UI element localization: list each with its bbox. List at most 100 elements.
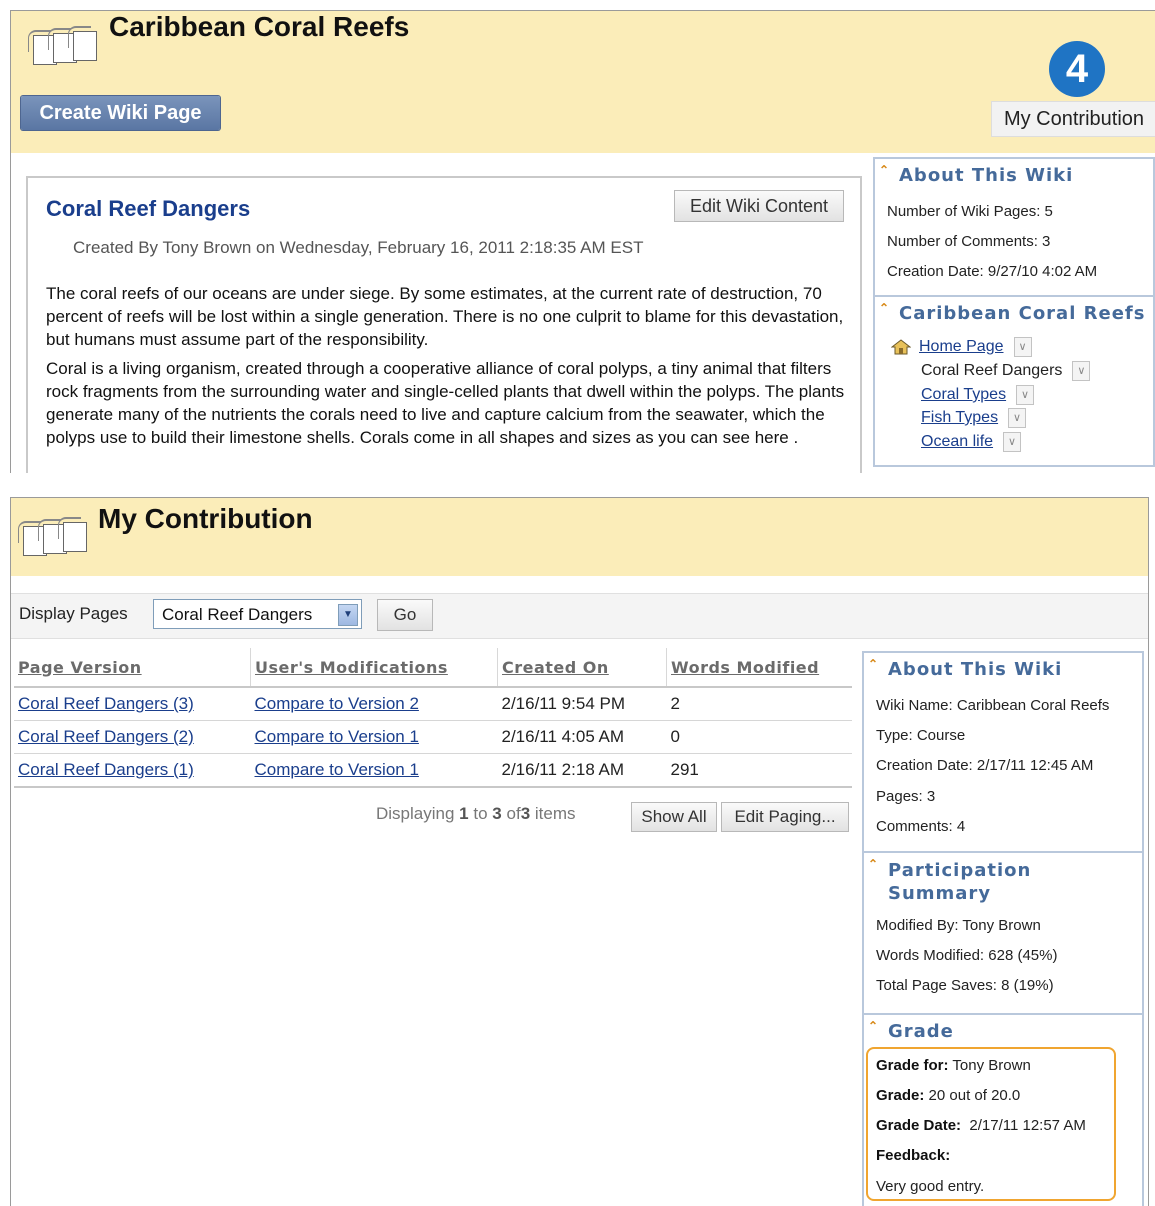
- words-modified-cell: 2: [666, 687, 852, 721]
- grade-date-value: 2/17/11 12:57 AM: [969, 1117, 1086, 1134]
- modified-by: Modified By: Tony Brown: [876, 917, 1041, 934]
- pages-count: Pages: 3: [876, 788, 936, 805]
- paging-from: 1: [459, 804, 469, 823]
- column-header-users-modifications[interactable]: User's Modifications: [250, 648, 498, 688]
- collapse-icon[interactable]: ⌃: [879, 301, 889, 315]
- grade-for-value: Tony Brown: [952, 1057, 1031, 1074]
- grade-label: Grade:: [876, 1087, 925, 1104]
- chevron-down-icon[interactable]: ∨: [1016, 385, 1035, 405]
- column-header-created-on[interactable]: Created On: [497, 648, 667, 688]
- grade-value: Grade: 20 out of 20.0: [876, 1087, 1020, 1104]
- words-modified-cell: 0: [666, 720, 852, 754]
- paging-total: 3: [520, 804, 531, 823]
- go-button[interactable]: Go: [377, 599, 433, 631]
- wiki-icon: [18, 514, 91, 558]
- page-title: My Contribution: [98, 503, 313, 534]
- nav-link[interactable]: Fish Types: [921, 409, 998, 426]
- section-title: About This Wiki: [888, 659, 1063, 680]
- wiki-icon: [28, 23, 101, 67]
- page-version-link[interactable]: Coral Reef Dangers (2): [18, 727, 194, 746]
- paging-prefix: Displaying: [376, 804, 455, 823]
- section-title: Participation Summary: [888, 859, 1031, 905]
- table-row: Coral Reef Dangers (2) Compare to Versio…: [14, 720, 852, 754]
- edit-wiki-content-button[interactable]: Edit Wiki Content: [674, 190, 844, 222]
- compare-link[interactable]: Compare to Version 1: [255, 727, 419, 746]
- show-all-button[interactable]: Show All: [631, 802, 717, 832]
- created-on-cell: 2/16/11 9:54 PM: [497, 687, 667, 721]
- words-modified-cell: 291: [666, 753, 852, 788]
- compare-link[interactable]: Compare to Version 2: [255, 694, 419, 713]
- page-body: The coral reefs of our oceans are under …: [46, 282, 846, 455]
- paging-to-word: to: [473, 804, 488, 823]
- section-title-line: Summary: [888, 883, 992, 904]
- total-page-saves: Total Page Saves: 8 (19%): [876, 977, 1054, 994]
- create-wiki-page-button[interactable]: Create Wiki Page: [21, 96, 220, 130]
- created-on-cell: 2/16/11 2:18 AM: [497, 753, 667, 788]
- feedback-label: Feedback:: [876, 1147, 950, 1164]
- nav-link[interactable]: Coral Types: [921, 386, 1006, 403]
- about-this-wiki-section: ⌃ About This Wiki Number of Wiki Pages: …: [875, 159, 1153, 297]
- grade-for-label: Grade for:: [876, 1057, 949, 1074]
- versions-table: Page Version User's Modifications Create…: [14, 648, 852, 788]
- creation-date: Creation Date: 9/27/10 4:02 AM: [887, 263, 1098, 280]
- display-pages-bar: Display Pages Coral Reef Dangers ▼ Go: [11, 593, 1148, 639]
- column-header-page-version[interactable]: Page Version: [14, 648, 251, 688]
- paging-suffix: items: [534, 804, 576, 823]
- edit-paging-button[interactable]: Edit Paging...: [721, 802, 849, 832]
- wiki-type: Type: Course: [876, 727, 966, 744]
- nav-item-coral-reef-dangers[interactable]: Coral Reef Dangers ∨: [921, 361, 1091, 381]
- select-value: Coral Reef Dangers: [162, 605, 313, 624]
- chevron-down-icon[interactable]: ∨: [1072, 361, 1091, 381]
- nav-item-fish-types[interactable]: Fish Types ∨: [921, 408, 1027, 428]
- page-version-link[interactable]: Coral Reef Dangers (1): [18, 760, 194, 779]
- collapse-icon[interactable]: ⌃: [879, 163, 889, 177]
- grade-for: Grade for: Tony Brown: [876, 1057, 1031, 1074]
- my-contribution-panel: My Contribution Display Pages Coral Reef…: [10, 497, 1149, 1206]
- about-this-wiki-section: ⌃ About This Wiki Wiki Name: Caribbean C…: [864, 653, 1142, 853]
- display-pages-select[interactable]: Coral Reef Dangers ▼: [153, 599, 362, 629]
- collapse-icon[interactable]: ⌃: [868, 857, 878, 871]
- chevron-down-icon[interactable]: ∨: [1003, 432, 1022, 452]
- nav-link[interactable]: Home Page: [919, 338, 1004, 355]
- wiki-sidebar: ⌃ About This Wiki Number of Wiki Pages: …: [873, 157, 1155, 467]
- grade-section: ⌃ Grade Grade for: Tony Brown Grade: 20 …: [864, 1015, 1142, 1206]
- nav-item-ocean-life[interactable]: Ocean life ∨: [921, 432, 1022, 452]
- page-title: Coral Reef Dangers: [46, 196, 251, 221]
- chevron-down-icon[interactable]: ∨: [1008, 408, 1027, 428]
- chevron-down-icon[interactable]: ▼: [338, 604, 358, 626]
- feedback-text: Very good entry.: [876, 1178, 985, 1195]
- wiki-title: Caribbean Coral Reefs: [109, 11, 410, 42]
- wiki-page-content: Coral Reef Dangers Edit Wiki Content Cre…: [26, 176, 862, 473]
- chevron-down-icon[interactable]: ∨: [1013, 337, 1032, 357]
- section-title-line: Participation: [888, 860, 1032, 881]
- nav-link[interactable]: Ocean life: [921, 433, 993, 450]
- feedback-label-text: Feedback:: [876, 1147, 951, 1164]
- collapse-icon[interactable]: ⌃: [868, 1019, 878, 1033]
- created-by-text: Created By Tony Brown on Wednesday, Febr…: [73, 238, 644, 257]
- created-on-cell: 2/16/11 4:05 AM: [497, 720, 667, 754]
- display-pages-label: Display Pages: [19, 604, 128, 623]
- words-modified: Words Modified: 628 (45%): [876, 947, 1058, 964]
- comments-count: Comments: 4: [876, 818, 966, 835]
- nav-label: Coral Reef Dangers: [921, 362, 1063, 380]
- paragraph-1: The coral reefs of our oceans are under …: [46, 284, 844, 349]
- column-header-words-modified[interactable]: Words Modified: [666, 648, 852, 688]
- paragraph-2: Coral is a living organism, created thro…: [46, 359, 845, 447]
- paging-of-word: of: [506, 804, 521, 823]
- compare-link[interactable]: Compare to Version 1: [255, 760, 419, 779]
- grade-date-label: Grade Date:: [876, 1117, 962, 1134]
- my-contribution-button[interactable]: My Contribution: [991, 101, 1155, 137]
- creation-date: Creation Date: 2/17/11 12:45 AM: [876, 757, 1094, 774]
- contribution-count-icon[interactable]: 4: [1049, 41, 1105, 97]
- nav-item-home-page[interactable]: Home Page ∨: [891, 337, 1032, 357]
- wiki-navigation-section: ⌃ Caribbean Coral Reefs Home Page ∨ Coral…: [875, 297, 1153, 465]
- paging-status: Displaying 1 to 3 of3 items: [376, 804, 576, 824]
- participation-summary-section: ⌃ Participation Summary Modified By: Ton…: [864, 853, 1142, 1015]
- nav-item-coral-types[interactable]: Coral Types ∨: [921, 385, 1035, 405]
- page-version-link[interactable]: Coral Reef Dangers (3): [18, 694, 194, 713]
- collapse-icon[interactable]: ⌃: [868, 657, 878, 671]
- table-row: Coral Reef Dangers (3) Compare to Versio…: [14, 687, 852, 721]
- section-title: About This Wiki: [899, 165, 1074, 186]
- section-title: Caribbean Coral Reefs: [899, 303, 1146, 324]
- grade-date: Grade Date: 2/17/11 12:57 AM: [876, 1117, 1086, 1134]
